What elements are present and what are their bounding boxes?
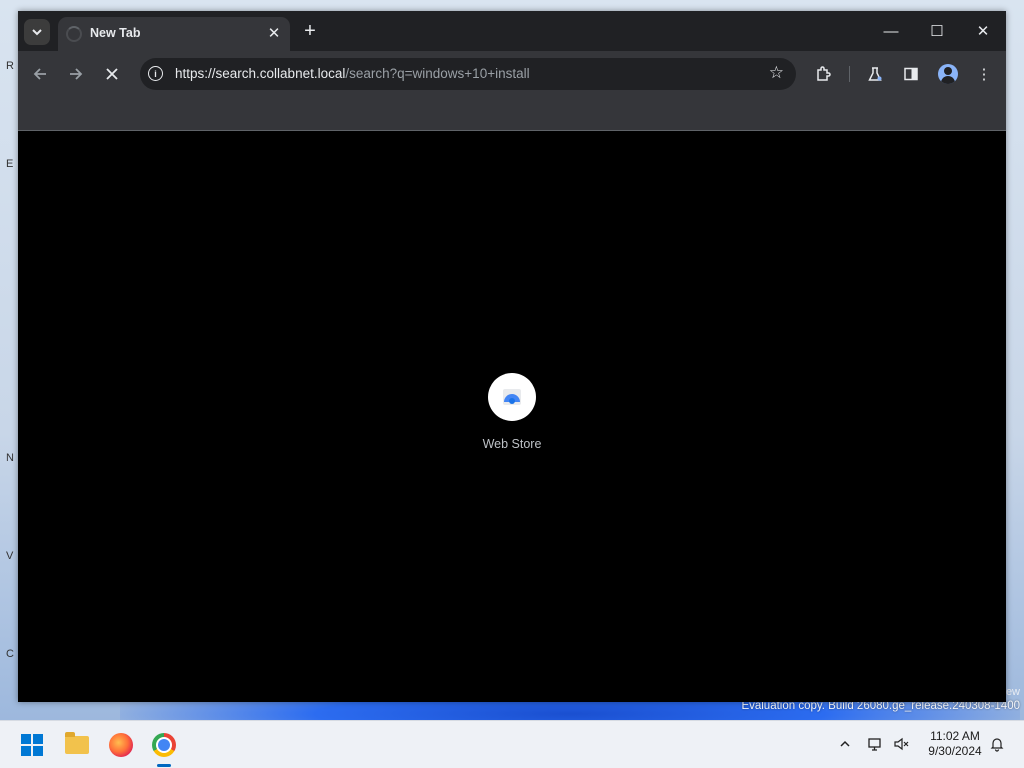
network-icon[interactable] [866, 735, 884, 753]
new-tab-page: Web Store [18, 132, 1006, 702]
web-store-icon [488, 373, 536, 421]
browser-toolbar: i https://search.collabnet.local/search?… [18, 51, 1006, 97]
loading-spinner-icon [66, 26, 82, 42]
bookmark-star-icon[interactable]: ☆ [769, 63, 784, 83]
volume-muted-icon[interactable] [892, 735, 910, 753]
file-explorer-icon[interactable] [63, 731, 91, 759]
tab-title: New Tab [90, 26, 141, 40]
shortcut-tile[interactable]: Web Store [472, 373, 552, 451]
shortcut-label: Web Store [482, 437, 542, 451]
system-clock[interactable]: 11:02 AM 9/30/2024 [918, 729, 992, 759]
extensions-icon[interactable] [811, 62, 835, 86]
more-menu-icon[interactable]: ⋮ [972, 62, 996, 86]
tab-strip: New Tab ✕ + — ☐ ✕ [18, 11, 1006, 51]
tab-search-button[interactable] [24, 19, 50, 45]
forward-button[interactable] [63, 61, 89, 87]
notification-bell-icon[interactable] [988, 735, 1006, 753]
maximize-button[interactable]: ☐ [917, 17, 957, 45]
start-icon[interactable] [18, 731, 46, 759]
url-host: https://search.collabnet.local [175, 66, 346, 81]
url-path: /search?q=windows+10+install [345, 66, 530, 81]
back-button[interactable] [27, 61, 53, 87]
taskbar: 11:02 AM 9/30/2024 [0, 720, 1024, 768]
url-text[interactable]: https://search.collabnet.local/search?q=… [175, 66, 530, 81]
chevron-up-icon[interactable] [836, 735, 854, 753]
chevron-down-icon [32, 29, 42, 36]
profile-avatar-icon[interactable] [938, 64, 958, 84]
site-info-icon[interactable]: i [148, 66, 163, 81]
tab-close-icon[interactable]: ✕ [264, 23, 284, 43]
back-arrow-icon [33, 68, 46, 80]
stop-loading-button[interactable] [99, 61, 125, 87]
clock-date: 9/30/2024 [928, 744, 982, 758]
forward-arrow-icon [70, 68, 83, 80]
labs-flask-icon[interactable] [863, 62, 887, 86]
side-panel-icon[interactable] [899, 62, 923, 86]
bookmarks-bar [18, 97, 1006, 131]
toolbar-divider [849, 66, 850, 82]
address-bar[interactable]: i https://search.collabnet.local/search?… [140, 58, 796, 90]
new-tab-button[interactable]: + [298, 19, 322, 43]
chrome-icon[interactable] [150, 731, 178, 759]
clock-time: 11:02 AM [930, 729, 980, 743]
active-app-indicator [157, 764, 171, 767]
minimize-button[interactable]: — [871, 17, 911, 45]
stop-icon [106, 68, 118, 80]
close-window-button[interactable]: ✕ [963, 17, 1003, 45]
tab-new-tab[interactable]: New Tab ✕ [58, 17, 290, 51]
browser-window: New Tab ✕ + — ☐ ✕ i https://search.colla… [18, 11, 1006, 702]
firefox-icon[interactable] [107, 731, 135, 759]
watermark-fragment: ew [1005, 686, 1020, 698]
